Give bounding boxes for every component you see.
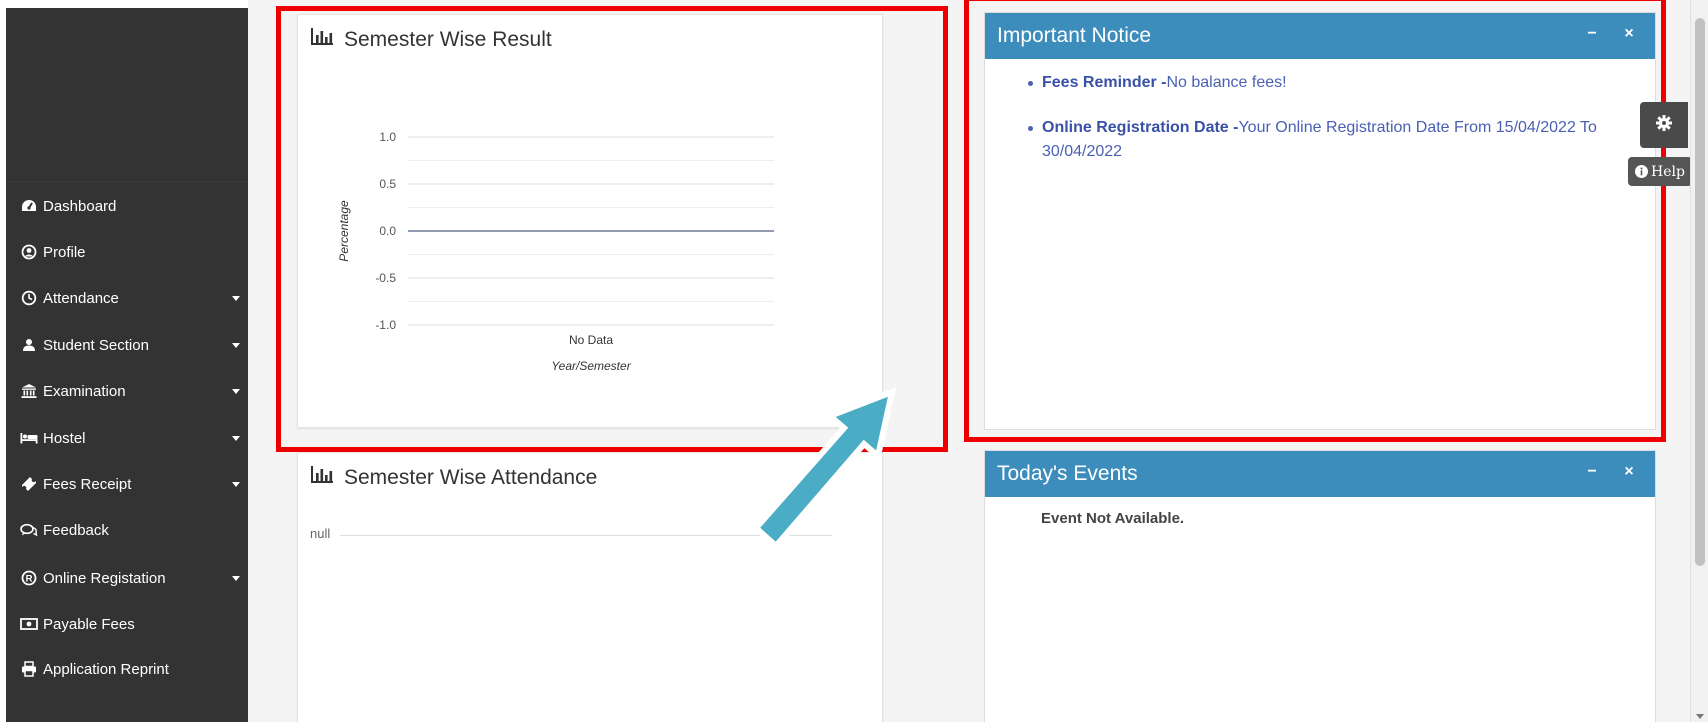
- notice-item-text: No balance fees!: [1166, 74, 1287, 91]
- chevron-down-icon: [232, 389, 240, 394]
- main-content: Semester Wise Result 1.0 0.5 0.0 -0.5 -1.0 No…: [248, 0, 1690, 722]
- sidebar-item-profile[interactable]: Profile: [6, 232, 248, 272]
- gear-icon: [1655, 114, 1673, 137]
- semester-result-panel: Semester Wise Result 1.0 0.5 0.0 -0.5 -1.0 No…: [297, 14, 883, 428]
- tachometer-icon: [20, 198, 38, 214]
- sidebar-item-label: Dashboard: [43, 197, 117, 215]
- events-header: Today's Events − ×: [985, 451, 1655, 497]
- app-root: Dashboard Profile Attendance Student Sec…: [0, 0, 1708, 722]
- comments-icon: [20, 522, 38, 538]
- x-tick-label: No Data: [569, 333, 613, 347]
- y-tick-label: -0.5: [375, 271, 396, 285]
- sidebar-item-application-reprint[interactable]: Application Reprint: [6, 649, 248, 689]
- sidebar-item-examination[interactable]: Examination: [6, 371, 248, 411]
- chevron-down-icon: [232, 436, 240, 441]
- y-tick-label: 0.0: [379, 224, 396, 238]
- registered-icon: R: [20, 570, 38, 586]
- sidebar-item-label: Attendance: [43, 289, 119, 307]
- notice-title: Important Notice: [997, 24, 1152, 47]
- sidebar-item-label: Fees Receipt: [43, 475, 132, 493]
- info-icon: [1635, 165, 1649, 178]
- result-chart: 1.0 0.5 0.0 -0.5 -1.0 No Data Year/Semester Per…: [337, 130, 774, 373]
- collapse-button[interactable]: −: [1581, 461, 1603, 483]
- sidebar-item-attendance[interactable]: Attendance: [6, 278, 248, 318]
- money-icon: [20, 616, 38, 632]
- collapse-button[interactable]: −: [1581, 23, 1603, 45]
- sidebar-header: [6, 8, 248, 182]
- events-message: Event Not Available.: [1041, 510, 1185, 527]
- scroll-down-arrow[interactable]: [1696, 714, 1704, 719]
- y-tick-label: -1.0: [375, 318, 396, 332]
- sidebar-item-label: Examination: [43, 382, 126, 400]
- close-button[interactable]: ×: [1618, 461, 1640, 483]
- notice-item-label: Fees Reminder -: [1042, 74, 1167, 91]
- chevron-down-icon: [232, 343, 240, 348]
- sidebar-item-label: Feedback: [43, 521, 109, 539]
- help-label: Help: [1651, 163, 1685, 180]
- notice-header: Important Notice − ×: [985, 13, 1655, 59]
- notice-list: Fees Reminder -No balance fees! Online R…: [1028, 71, 1642, 185]
- institution-icon: [20, 383, 38, 399]
- bar-chart-icon: [310, 465, 334, 491]
- notice-item-label: Online Registration Date -: [1042, 119, 1239, 136]
- page-scrollbar[interactable]: [1690, 0, 1708, 722]
- attendance-empty-label: null: [310, 526, 331, 541]
- sidebar-item-online-registation[interactable]: R Online Registation: [6, 558, 248, 598]
- ticket-icon: [20, 476, 38, 492]
- print-icon: [20, 661, 38, 677]
- important-notice-box: Important Notice − × Fees Reminder -No b…: [984, 12, 1656, 430]
- settings-tab[interactable]: [1640, 102, 1688, 148]
- sidebar: Dashboard Profile Attendance Student Sec…: [6, 8, 248, 722]
- sidebar-item-label: Profile: [43, 243, 86, 261]
- notice-item: Fees Reminder -No balance fees!: [1028, 71, 1642, 95]
- y-axis-title: Percentage: [337, 200, 351, 262]
- bed-icon: [20, 430, 38, 446]
- todays-events-box: Today's Events − × Event Not Available.: [984, 450, 1656, 722]
- sidebar-item-dashboard[interactable]: Dashboard: [6, 186, 248, 226]
- scrollbar-thumb[interactable]: [1695, 18, 1705, 566]
- user-icon: [20, 337, 38, 353]
- sidebar-item-fees-receipt[interactable]: Fees Receipt: [6, 464, 248, 504]
- chevron-down-icon: [232, 576, 240, 581]
- close-button[interactable]: ×: [1618, 23, 1640, 45]
- sidebar-item-hostel[interactable]: Hostel: [6, 418, 248, 458]
- sidebar-item-label: Online Registation: [43, 569, 166, 587]
- sidebar-item-label: Payable Fees: [43, 615, 135, 633]
- help-button[interactable]: Help: [1628, 157, 1692, 186]
- chevron-down-icon: [232, 296, 240, 301]
- user-circle-icon: [20, 244, 38, 260]
- y-tick-label: 1.0: [379, 130, 396, 144]
- sidebar-item-student-section[interactable]: Student Section: [6, 325, 248, 365]
- sidebar-item-label: Hostel: [43, 429, 86, 447]
- sidebar-item-payable-fees[interactable]: Payable Fees: [6, 604, 248, 644]
- panel-header: Semester Wise Attendance: [310, 465, 597, 491]
- panel-title: Semester Wise Attendance: [344, 466, 598, 489]
- y-tick-label: 0.5: [379, 177, 396, 191]
- chevron-down-icon: [232, 482, 240, 487]
- sidebar-item-label: Application Reprint: [43, 660, 169, 678]
- x-axis-title: Year/Semester: [551, 359, 631, 373]
- clock-icon: [20, 290, 38, 306]
- sidebar-item-feedback[interactable]: Feedback: [6, 510, 248, 550]
- events-title: Today's Events: [997, 462, 1138, 485]
- annotation-arrow: [751, 387, 897, 551]
- svg-text:R: R: [26, 574, 33, 585]
- sidebar-item-label: Student Section: [43, 336, 149, 354]
- notice-item: Online Registration Date -Your Online Re…: [1028, 116, 1642, 164]
